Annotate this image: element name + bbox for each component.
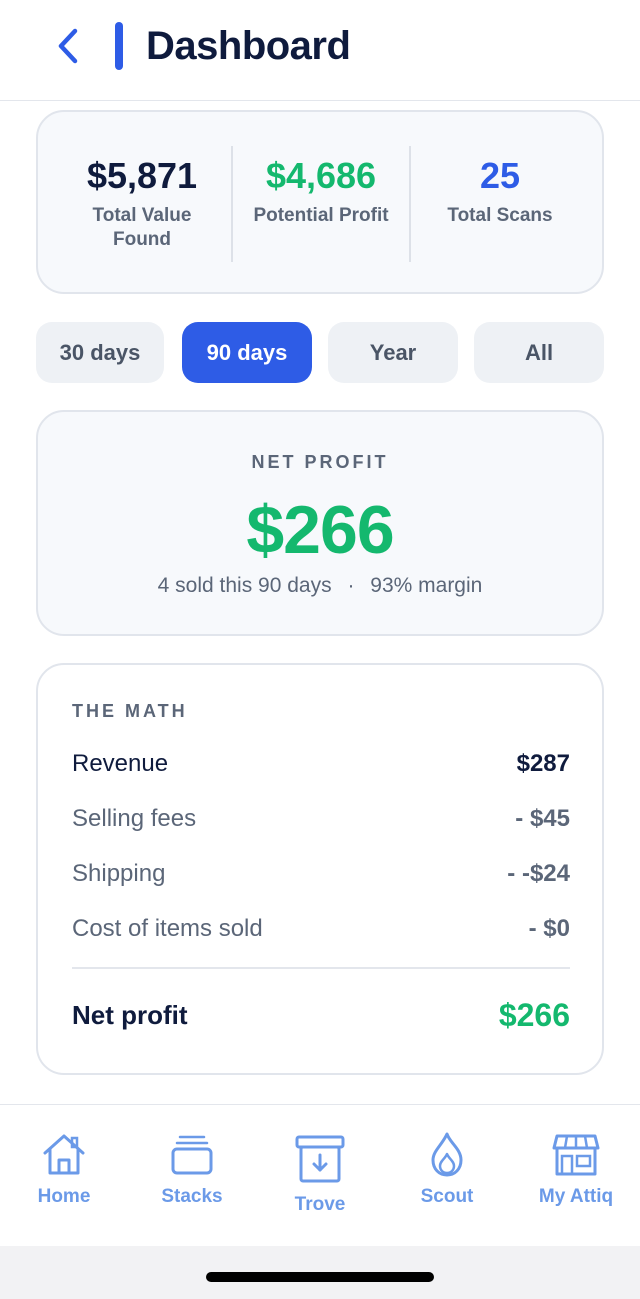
net-profit-value: $266 (246, 492, 394, 568)
net-profit-label: NET PROFIT (251, 452, 389, 472)
bottom-tab-bar: Home Stacks Trove Scout My Attiq (0, 1104, 640, 1246)
page-title: Dashboard (146, 24, 351, 68)
storefront-icon (552, 1134, 600, 1176)
home-icon (43, 1134, 85, 1175)
chevron-left-icon (58, 28, 78, 64)
net-profit-total-label: Net profit (72, 999, 188, 1030)
math-row-label: Selling fees (72, 805, 197, 832)
math-row-value: $287 (516, 750, 570, 777)
math-divider (72, 967, 570, 969)
stat-label: Total Value Found (92, 205, 192, 250)
nav-stacks[interactable]: Stacks (128, 1105, 256, 1225)
back-button[interactable] (48, 24, 88, 68)
stat-total-scans: 25 Total Scans (410, 112, 590, 296)
stat-label: Total Scans (447, 205, 553, 226)
math-card: THE MATH Revenue $287 Selling fees - $45… (36, 663, 604, 1075)
stat-value: $4,686 (265, 155, 377, 196)
stat-potential-profit: $4,686 Potential Profit (232, 112, 410, 296)
math-section-label: THE MATH (72, 701, 188, 721)
stats-summary-card: $5,871 Total Value Found $4,686 Potentia… (36, 110, 604, 294)
nav-trove[interactable]: Trove (256, 1105, 384, 1225)
math-row-value: - $0 (528, 915, 570, 942)
tab-30-days[interactable]: 30 days (36, 322, 164, 383)
math-row-value: - -$24 (507, 860, 570, 887)
net-profit-subtitle: 4 sold this 90 days · 93% margin (38, 572, 602, 600)
math-row-cost-of-items: Cost of items sold - $0 (72, 912, 570, 946)
margin-text: 93% margin (370, 574, 483, 597)
header: Dashboard (0, 0, 640, 101)
nav-label: Stacks (161, 1186, 223, 1207)
nav-label: Home (37, 1186, 91, 1207)
stacks-icon (171, 1135, 213, 1175)
nav-home[interactable]: Home (0, 1105, 128, 1225)
home-indicator[interactable] (206, 1272, 434, 1282)
home-indicator-area (0, 1246, 640, 1299)
sold-count-text: 4 sold this 90 days (157, 574, 332, 597)
tab-year[interactable]: Year (328, 322, 458, 383)
math-row-value: - $45 (515, 805, 570, 832)
net-profit-card: NET PROFIT $266 4 sold this 90 days · 93… (36, 410, 604, 636)
flame-icon (431, 1132, 463, 1177)
title-accent-bar (115, 22, 123, 70)
range-tabs: 30 days 90 days Year All (36, 322, 604, 383)
math-row-shipping: Shipping - -$24 (72, 857, 570, 891)
tab-90-days[interactable]: 90 days (182, 322, 312, 383)
math-row-label: Cost of items sold (72, 915, 263, 942)
math-row-net-profit: Net profit $266 (72, 993, 570, 1037)
nav-label: Trove (294, 1194, 346, 1215)
nav-scout[interactable]: Scout (383, 1105, 511, 1225)
net-profit-total-value: $266 (498, 996, 570, 1033)
math-row-revenue: Revenue $287 (72, 747, 570, 781)
nav-label: My Attiq (538, 1186, 614, 1207)
stat-label: Potential Profit (253, 205, 389, 226)
nav-my-attiq[interactable]: My Attiq (512, 1105, 640, 1225)
tab-all[interactable]: All (474, 322, 604, 383)
stat-total-value: $5,871 Total Value Found (52, 112, 232, 296)
math-row-label: Revenue (72, 750, 169, 777)
stat-value: $5,871 (86, 155, 198, 196)
math-row-label: Shipping (72, 860, 166, 887)
nav-label: Scout (420, 1186, 474, 1207)
archive-box-icon (295, 1135, 345, 1183)
math-row-selling-fees: Selling fees - $45 (72, 802, 570, 836)
separator-dot: · (347, 574, 355, 597)
stat-value: 25 (479, 155, 521, 196)
